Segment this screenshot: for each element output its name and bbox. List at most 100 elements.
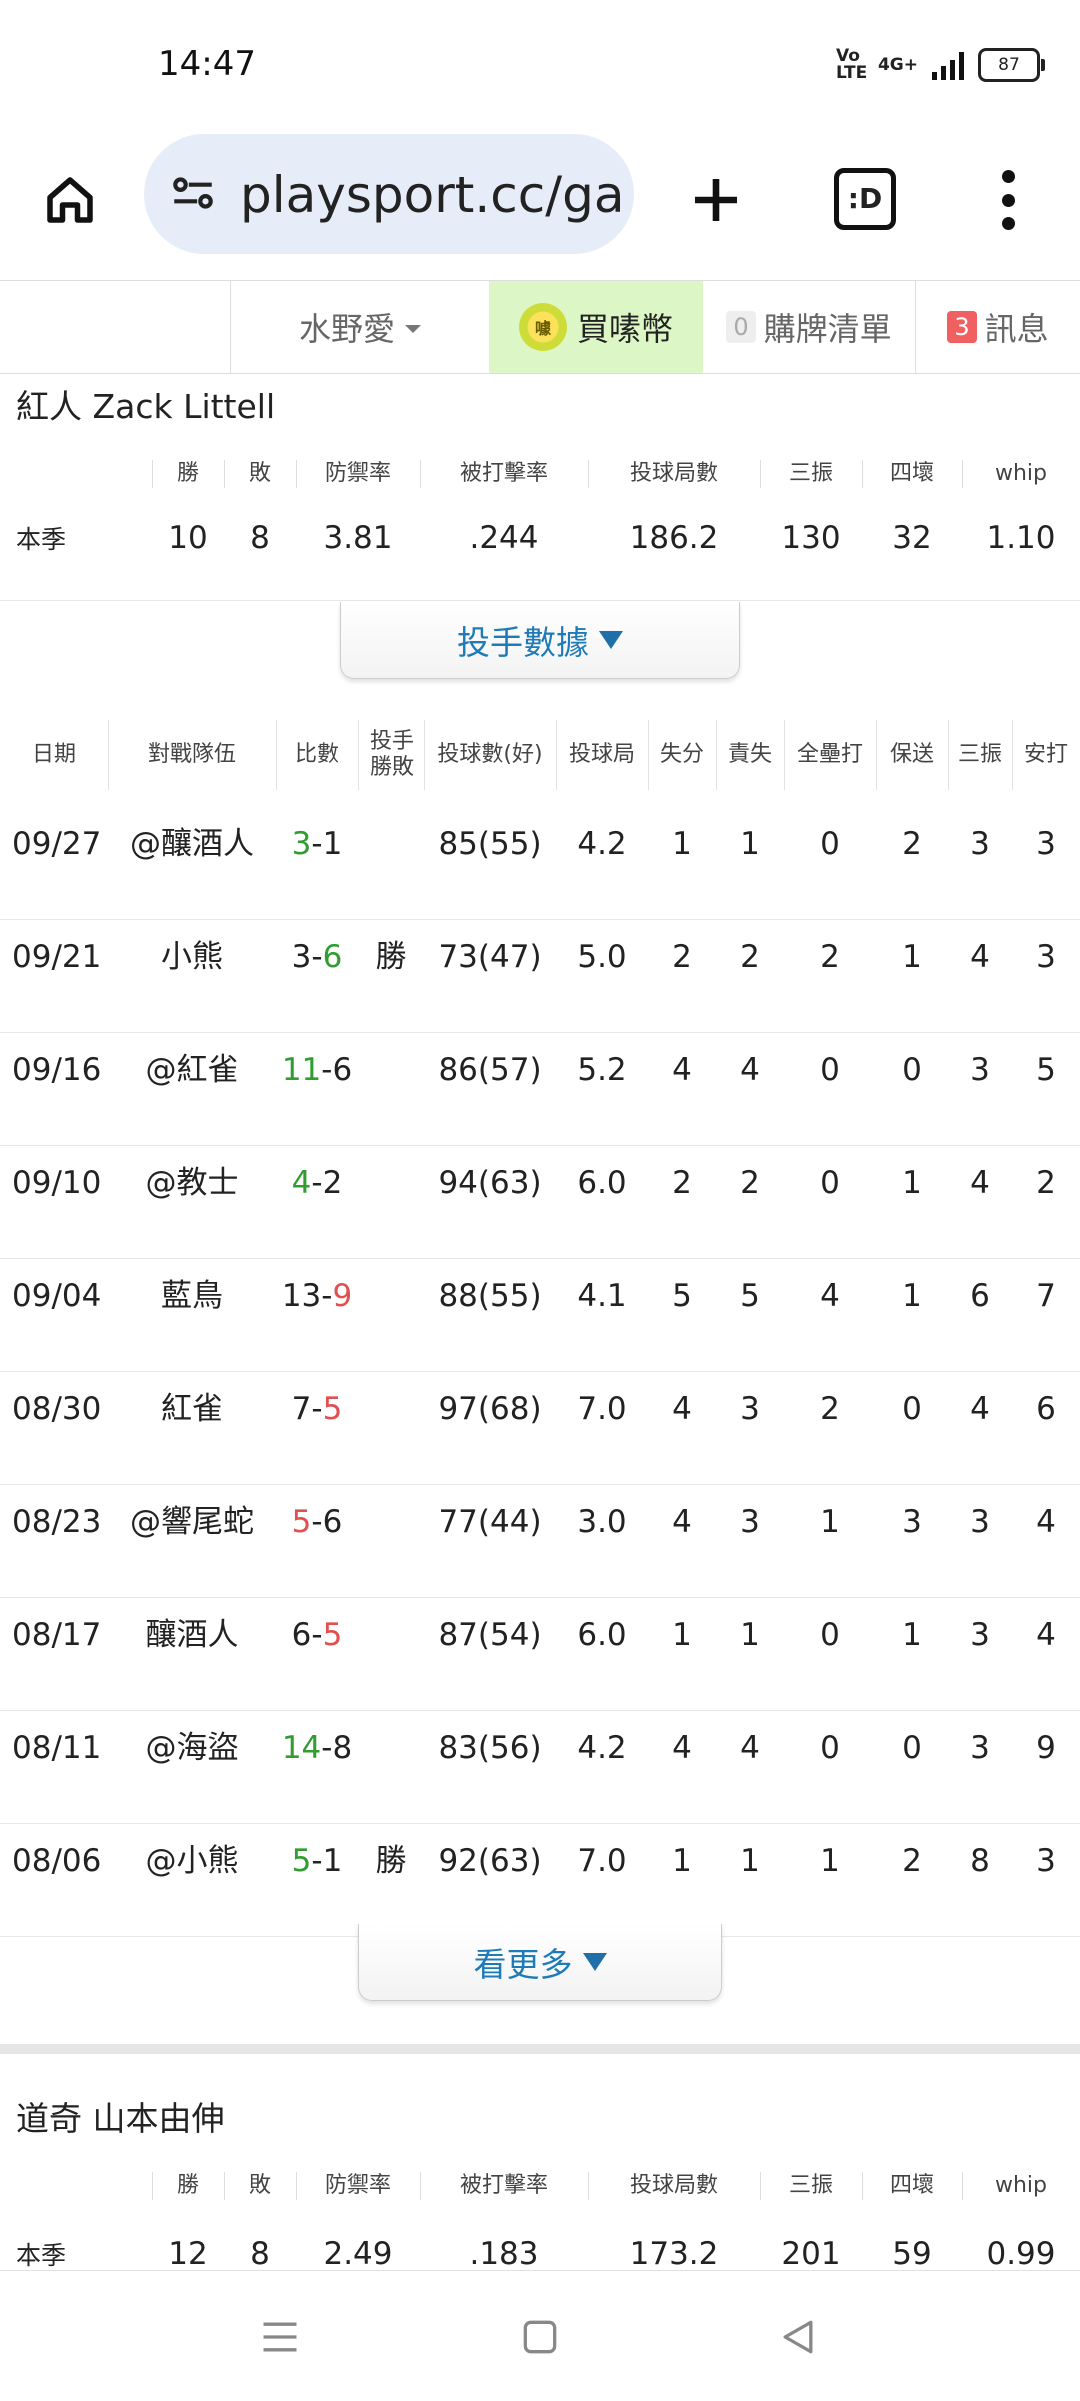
log-header: 三振 — [957, 742, 1002, 767]
stat-value: 1.10 — [986, 520, 1056, 556]
stat-cell: 86(57) — [438, 1052, 542, 1088]
stat-cell: 3 — [970, 1730, 990, 1766]
log-header: 投手勝敗 — [369, 729, 414, 780]
site-settings-icon[interactable] — [168, 168, 218, 218]
score-team: 4 — [291, 1165, 312, 1201]
score-separator: - — [311, 939, 323, 975]
log-header: 全壘打 — [796, 742, 863, 767]
status-bar: 14:47 Vo LTE 4G+ 87 — [0, 0, 1080, 120]
stat-cell: 88(55) — [438, 1278, 542, 1314]
tab-switcher-button[interactable]: :D — [834, 168, 896, 230]
stat-cell: 08/23 — [12, 1504, 102, 1540]
opponent-cell: @釀酒人 — [130, 826, 254, 862]
stat-cell: 4 — [970, 1391, 990, 1427]
score-opponent: 6 — [322, 939, 343, 975]
pitcher-data-toggle[interactable]: 投手數據 — [340, 602, 740, 679]
stat-cell: 5 — [1036, 1052, 1056, 1088]
stat-cell: 08/11 — [12, 1730, 102, 1766]
stat-cell: 4 — [672, 1504, 692, 1540]
stat-cell: 09/10 — [12, 1165, 102, 1201]
purchase-list-button[interactable]: 0 購牌清單 — [703, 281, 916, 373]
stat-cell: 2 — [902, 826, 922, 862]
decision-cell — [358, 1597, 424, 1674]
status-time: 14:47 — [158, 44, 256, 84]
stat-cell: 4.2 — [577, 826, 627, 862]
score-opponent: 1 — [322, 826, 343, 862]
stat-value: 201 — [781, 2236, 841, 2272]
score-cell: 4-2 — [276, 1145, 358, 1222]
season-label: 本季 — [16, 525, 67, 554]
home-icon — [47, 177, 93, 223]
recent-apps-button[interactable] — [258, 2315, 302, 2359]
status-icons: Vo LTE 4G+ 87 — [836, 48, 1045, 82]
season-header: 被打擊率 — [459, 461, 548, 486]
score-team: 11 — [281, 1052, 322, 1088]
decision-cell — [358, 806, 424, 883]
user-menu[interactable]: 水野愛 — [230, 281, 490, 373]
stat-cell: 3 — [1036, 1843, 1056, 1879]
stat-cell: 2 — [672, 1165, 692, 1201]
url-text[interactable]: playsport.cc/gam — [240, 166, 620, 224]
messages-button[interactable]: 3 訊息 — [916, 281, 1080, 373]
buy-coin-label: 買嗉幣 — [576, 310, 673, 348]
stat-value: 32 — [892, 520, 932, 556]
stat-cell: 3 — [740, 1504, 760, 1540]
decision-cell: 勝 — [375, 939, 407, 975]
user-name: 水野愛 — [298, 310, 395, 348]
table-row: 09/21 小熊 3-6 勝 73(47) 5.0 2 2 2 1 4 3 — [0, 919, 1080, 1033]
stat-value: 12 — [168, 2236, 208, 2272]
address-bar[interactable]: playsport.cc/gam — [144, 134, 634, 254]
stat-cell: 1 — [902, 939, 922, 975]
stat-cell: 2 — [672, 939, 692, 975]
stat-cell: 09/27 — [12, 826, 102, 862]
score-cell: 3-6 — [276, 919, 358, 996]
plus-icon — [695, 179, 737, 221]
see-more-button[interactable]: 看更多 — [358, 1924, 722, 2001]
stat-cell: 0 — [820, 1052, 840, 1088]
stat-cell: 1 — [740, 826, 760, 862]
score-cell: 5-1 — [276, 1823, 358, 1900]
score-cell: 3-1 — [276, 806, 358, 883]
opponent-cell: @紅雀 — [145, 1052, 239, 1088]
new-tab-button[interactable] — [680, 164, 752, 236]
score-opponent: 5 — [322, 1391, 343, 1427]
opponent-cell: 小熊 — [161, 939, 223, 975]
more-menu-button[interactable] — [988, 164, 1028, 236]
table-row: 08/11 @海盜 14-8 83(56) 4.2 4 4 0 0 3 9 — [0, 1710, 1080, 1824]
stat-cell: 3 — [970, 1617, 990, 1653]
site-header: 水野愛 噱 買嗉幣 0 購牌清單 3 訊息 — [0, 280, 1080, 374]
stat-cell: 94(63) — [438, 1165, 542, 1201]
stat-cell: 85(55) — [438, 826, 542, 862]
stat-cell: 3 — [902, 1504, 922, 1540]
table-row: 09/16 @紅雀 11-6 86(57) 5.2 4 4 0 0 3 5 — [0, 1032, 1080, 1146]
stat-value: 8 — [250, 520, 270, 556]
decision-cell — [358, 1371, 424, 1448]
score-separator: - — [321, 1052, 333, 1088]
opponent-cell: @海盜 — [145, 1730, 239, 1766]
battery-icon: 87 — [978, 48, 1045, 82]
stat-value: 0.99 — [986, 2236, 1056, 2272]
stat-cell: 08/17 — [12, 1617, 102, 1653]
stat-cell: 3 — [1036, 826, 1056, 862]
back-nav-button[interactable] — [776, 2315, 820, 2359]
stat-cell: 1 — [902, 1165, 922, 1201]
stat-cell: 4 — [740, 1730, 760, 1766]
season-header: 被打擊率 — [459, 2173, 548, 2198]
stat-cell: 7 — [1036, 1278, 1056, 1314]
purchase-list-label: 購牌清單 — [763, 310, 892, 348]
season-header: 三振 — [788, 461, 833, 486]
stat-cell: 97(68) — [438, 1391, 542, 1427]
buy-coin-button[interactable]: 噱 買嗉幣 — [489, 281, 703, 373]
pitcher-name: 紅人 Zack Littell — [16, 387, 276, 426]
score-team: 14 — [281, 1730, 322, 1766]
stat-cell: 1 — [672, 826, 692, 862]
stat-cell: 5.0 — [577, 939, 627, 975]
browser-toolbar: playsport.cc/gam :D — [0, 120, 1080, 280]
table-row: 09/04 藍鳥 13-9 88(55) 4.1 5 5 4 1 6 7 — [0, 1258, 1080, 1372]
triangle-down-icon — [582, 1953, 607, 1971]
score-separator: - — [311, 1843, 323, 1879]
home-nav-button[interactable] — [518, 2315, 562, 2359]
stat-cell: 7.0 — [577, 1843, 627, 1879]
home-button[interactable] — [34, 164, 106, 236]
stat-cell: 4 — [1036, 1504, 1056, 1540]
